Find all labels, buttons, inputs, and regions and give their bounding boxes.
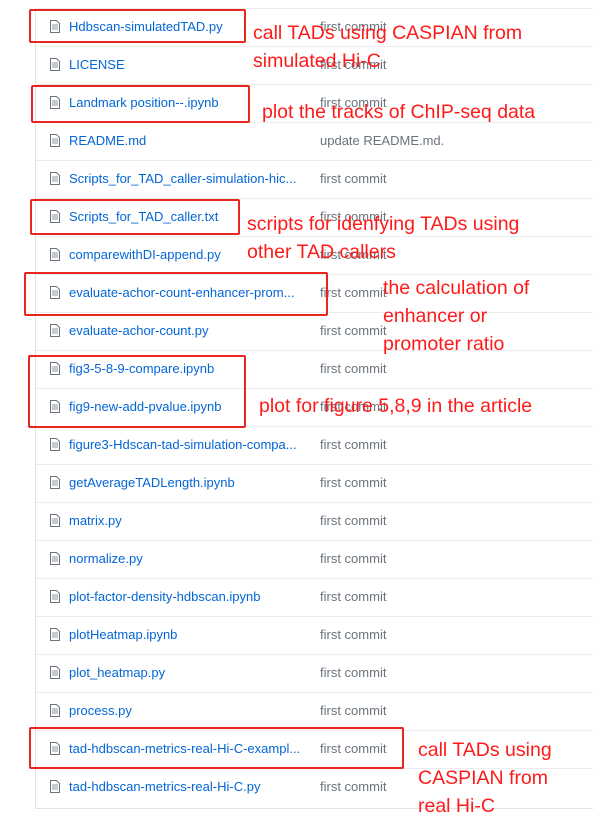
file-name[interactable]: README.md bbox=[69, 133, 146, 148]
file-icon bbox=[50, 96, 60, 109]
file-name[interactable]: figure3-Hdscan-tad-simulation-compa... bbox=[69, 437, 297, 452]
file-name[interactable]: process.py bbox=[69, 703, 132, 718]
file-name[interactable]: Hdbscan-simulatedTAD.py bbox=[69, 19, 223, 34]
file-name[interactable]: evaluate-achor-count.py bbox=[69, 323, 208, 338]
file-name[interactable]: plot-factor-density-hdbscan.ipynb bbox=[69, 589, 261, 604]
annotation-line: scripts for idenfying TADs using bbox=[247, 213, 520, 235]
annotation-line: real Hi-C bbox=[418, 795, 495, 817]
file-row[interactable]: README.md update README.md. bbox=[36, 122, 593, 160]
file-icon bbox=[50, 704, 60, 717]
file-icon bbox=[50, 134, 60, 147]
annotation-line: plot for figure 5,8,9 in the article bbox=[259, 395, 533, 417]
file-row[interactable]: plotHeatmap.ipynb first commit bbox=[36, 616, 593, 654]
file-icon bbox=[50, 590, 60, 603]
annotation-line: simulated Hi-C bbox=[253, 50, 381, 72]
commit-message[interactable]: first commit bbox=[320, 551, 386, 566]
file-name[interactable]: evaluate-achor-count-enhancer-prom... bbox=[69, 285, 294, 300]
commit-message[interactable]: first commit bbox=[320, 513, 386, 528]
file-row[interactable]: getAverageTADLength.ipynb first commit bbox=[36, 464, 593, 502]
file-icon bbox=[50, 400, 60, 413]
file-icon bbox=[50, 628, 60, 641]
file-name[interactable]: normalize.py bbox=[69, 551, 143, 566]
annotation-text: plot for figure 5,8,9 in the article bbox=[259, 392, 532, 420]
file-name[interactable]: matrix.py bbox=[69, 513, 122, 528]
file-icon bbox=[50, 362, 60, 375]
commit-message[interactable]: update README.md. bbox=[320, 133, 444, 148]
annotation-line: the calculation of bbox=[383, 277, 530, 299]
commit-message[interactable]: first commit bbox=[320, 323, 386, 338]
commit-message[interactable]: first commit bbox=[320, 589, 386, 604]
file-name[interactable]: tad-hdbscan-metrics-real-Hi-C.py bbox=[69, 779, 260, 794]
annotation-line: enhancer or bbox=[383, 305, 488, 327]
annotation-text: call TADs using CASPIAN from simulated H… bbox=[253, 19, 522, 75]
file-name[interactable]: tad-hdbscan-metrics-real-Hi-C-exampl... bbox=[69, 741, 300, 756]
annotation-line: call TADs using CASPIAN from bbox=[253, 22, 523, 44]
annotation-text: plot the tracks of ChIP-seq data bbox=[262, 98, 535, 126]
file-icon bbox=[50, 514, 60, 527]
file-icon bbox=[50, 476, 60, 489]
commit-message[interactable]: first commit bbox=[320, 741, 386, 756]
file-name[interactable]: comparewithDI-append.py bbox=[69, 247, 221, 262]
annotation-line: other TAD callers bbox=[247, 241, 396, 263]
annotation-text: call TADs using CASPIAN from real Hi-C bbox=[418, 736, 552, 820]
file-row[interactable]: process.py first commit bbox=[36, 692, 593, 730]
file-name[interactable]: plotHeatmap.ipynb bbox=[69, 627, 177, 642]
commit-message[interactable]: first commit bbox=[320, 285, 386, 300]
file-row[interactable]: matrix.py first commit bbox=[36, 502, 593, 540]
file-icon bbox=[50, 58, 60, 71]
file-icon bbox=[50, 324, 60, 337]
commit-message[interactable]: first commit bbox=[320, 627, 386, 642]
file-icon bbox=[50, 210, 60, 223]
annotation-line: promoter ratio bbox=[383, 333, 505, 355]
commit-message[interactable]: first commit bbox=[320, 665, 386, 680]
file-name[interactable]: LICENSE bbox=[69, 57, 125, 72]
commit-message[interactable]: first commit bbox=[320, 361, 386, 376]
file-icon bbox=[50, 248, 60, 261]
file-icon bbox=[50, 666, 60, 679]
file-name[interactable]: getAverageTADLength.ipynb bbox=[69, 475, 235, 490]
file-name[interactable]: plot_heatmap.py bbox=[69, 665, 165, 680]
file-row[interactable]: plot-factor-density-hdbscan.ipynb first … bbox=[36, 578, 593, 616]
file-icon bbox=[50, 172, 60, 185]
file-name[interactable]: Scripts_for_TAD_caller-simulation-hic... bbox=[69, 171, 296, 186]
file-icon bbox=[50, 552, 60, 565]
commit-message[interactable]: first commit bbox=[320, 703, 386, 718]
file-icon bbox=[50, 438, 60, 451]
file-row[interactable]: figure3-Hdscan-tad-simulation-compa... f… bbox=[36, 426, 593, 464]
file-icon bbox=[50, 286, 60, 299]
annotation-line: CASPIAN from bbox=[418, 767, 549, 789]
annotation-text: the calculation of enhancer or promoter … bbox=[383, 274, 529, 358]
file-icon bbox=[50, 20, 60, 33]
commit-message[interactable]: first commit bbox=[320, 475, 386, 490]
file-icon bbox=[50, 780, 60, 793]
annotation-line: plot the tracks of ChIP-seq data bbox=[262, 101, 536, 123]
file-icon bbox=[50, 742, 60, 755]
file-name[interactable]: fig3-5-8-9-compare.ipynb bbox=[69, 361, 214, 376]
file-name[interactable]: Scripts_for_TAD_caller.txt bbox=[69, 209, 218, 224]
file-row[interactable]: normalize.py first commit bbox=[36, 540, 593, 578]
file-row[interactable]: Scripts_for_TAD_caller-simulation-hic...… bbox=[36, 160, 593, 198]
file-row[interactable]: plot_heatmap.py first commit bbox=[36, 654, 593, 692]
file-name[interactable]: fig9-new-add-pvalue.ipynb bbox=[69, 399, 221, 414]
annotation-line: call TADs using bbox=[418, 739, 552, 761]
commit-message[interactable]: first commit bbox=[320, 779, 386, 794]
file-name[interactable]: Landmark position--.ipynb bbox=[69, 95, 219, 110]
commit-message[interactable]: first commit bbox=[320, 171, 386, 186]
commit-message[interactable]: first commit bbox=[320, 437, 386, 452]
annotation-text: scripts for idenfying TADs using other T… bbox=[247, 210, 519, 266]
